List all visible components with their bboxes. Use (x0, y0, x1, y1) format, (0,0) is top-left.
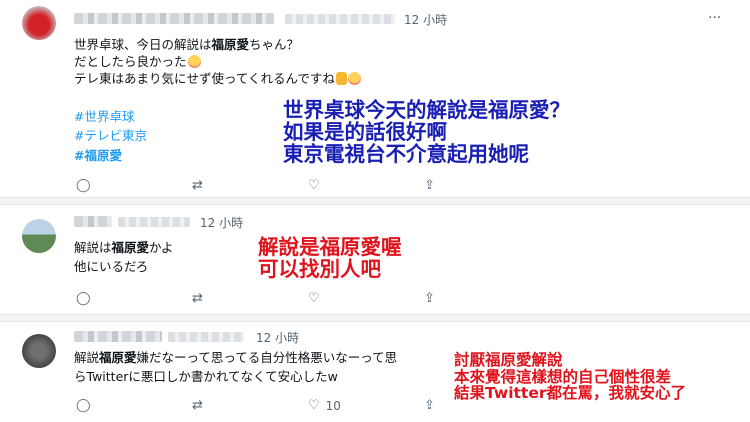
tweet-text-line: テレ東はあまり気にせず使ってくれるんですね (74, 70, 361, 87)
retweet-icon: ⇄ (192, 291, 203, 306)
avatar[interactable] (22, 219, 56, 253)
timestamp[interactable]: 12 小時 (256, 329, 299, 346)
hashtag-link[interactable]: #世界卓球 (74, 106, 134, 125)
share-icon: ⇪ (424, 178, 435, 193)
share-icon: ⇪ (424, 398, 435, 413)
share-button[interactable]: ⇪ (424, 291, 435, 306)
divider (0, 314, 750, 322)
display-name[interactable] (74, 331, 162, 342)
share-button[interactable]: ⇪ (424, 178, 435, 193)
like-button[interactable]: ♡ 10 (308, 398, 341, 413)
reply-icon: ◯ (76, 291, 91, 306)
smiling-face-emoji-icon (347, 72, 361, 85)
avatar[interactable] (22, 334, 56, 368)
avatar[interactable] (22, 6, 56, 40)
hashtag-link[interactable]: #福原愛 (74, 145, 122, 164)
timestamp[interactable]: 12 小時 (200, 214, 243, 231)
tweet-text-line: だとしたら良かった (74, 53, 201, 70)
user-handle (285, 14, 395, 24)
like-icon: ♡ (308, 291, 320, 306)
tweet-text-line: 解説は福原愛かよ (74, 240, 174, 255)
tweet-text-line: らTwitterに悪口しか書かれてなくて安心したw (74, 369, 338, 384)
display-name[interactable] (74, 216, 112, 227)
retweet-icon: ⇄ (192, 398, 203, 413)
display-name[interactable] (74, 13, 274, 24)
reply-button[interactable]: ◯ (76, 178, 91, 193)
tweet-text-line: 世界卓球、今日の解説は福原愛ちゃん？ (74, 37, 300, 52)
like-count: 10 (325, 398, 341, 413)
divider (0, 197, 750, 205)
more-icon[interactable]: ··· (708, 10, 721, 26)
user-handle (168, 332, 244, 342)
retweet-button[interactable]: ⇄ (192, 291, 203, 306)
like-button[interactable]: ♡ (308, 291, 326, 306)
hashtag-link[interactable]: #テレビ東京 (74, 125, 147, 144)
thumbs-up-emoji-icon (335, 72, 347, 85)
share-button[interactable]: ⇪ (424, 398, 435, 413)
reply-button[interactable]: ◯ (76, 291, 91, 306)
like-icon: ♡ (308, 178, 320, 193)
tweet-3[interactable]: 12 小時 解説福原愛嫌だなーって思ってる自分性格悪いなーって思 らTwitte… (0, 322, 750, 422)
reply-icon: ◯ (76, 398, 91, 413)
like-icon: ♡ (308, 398, 320, 413)
tweet-text-line: 解説福原愛嫌だなーって思ってる自分性格悪いなーって思 (74, 350, 398, 365)
reply-icon: ◯ (76, 178, 91, 193)
retweet-icon: ⇄ (192, 178, 203, 193)
retweet-button[interactable]: ⇄ (192, 178, 203, 193)
timestamp[interactable]: 12 小時 (404, 11, 447, 28)
tweet-text-line: 他にいるだろ (74, 259, 149, 274)
tweet-2[interactable]: 12 小時 解説は福原愛かよ 他にいるだろ 解說是福原愛喔 可以找別人吧 ◯ ⇄… (0, 205, 750, 315)
reply-button[interactable]: ◯ (76, 398, 91, 413)
share-icon: ⇪ (424, 291, 435, 306)
translation-caption: 討厭福原愛解說 本來覺得這樣想的自己個性很差 結果Twitter都在罵，我就安心… (454, 351, 686, 403)
translation-caption: 解說是福原愛喔 可以找別人吧 (258, 235, 402, 282)
retweet-button[interactable]: ⇄ (192, 398, 203, 413)
tweet-1[interactable]: 12 小時 ··· 世界卓球、今日の解説は福原愛ちゃん？ だとしたら良かった テ… (0, 0, 750, 197)
smiling-face-emoji-icon (187, 55, 201, 68)
like-button[interactable]: ♡ (308, 178, 326, 193)
translation-caption: 世界桌球今天的解說是福原愛？ 如果是的話很好啊 東京電視台不介意起用她呢 (283, 98, 570, 167)
user-handle (118, 217, 190, 227)
